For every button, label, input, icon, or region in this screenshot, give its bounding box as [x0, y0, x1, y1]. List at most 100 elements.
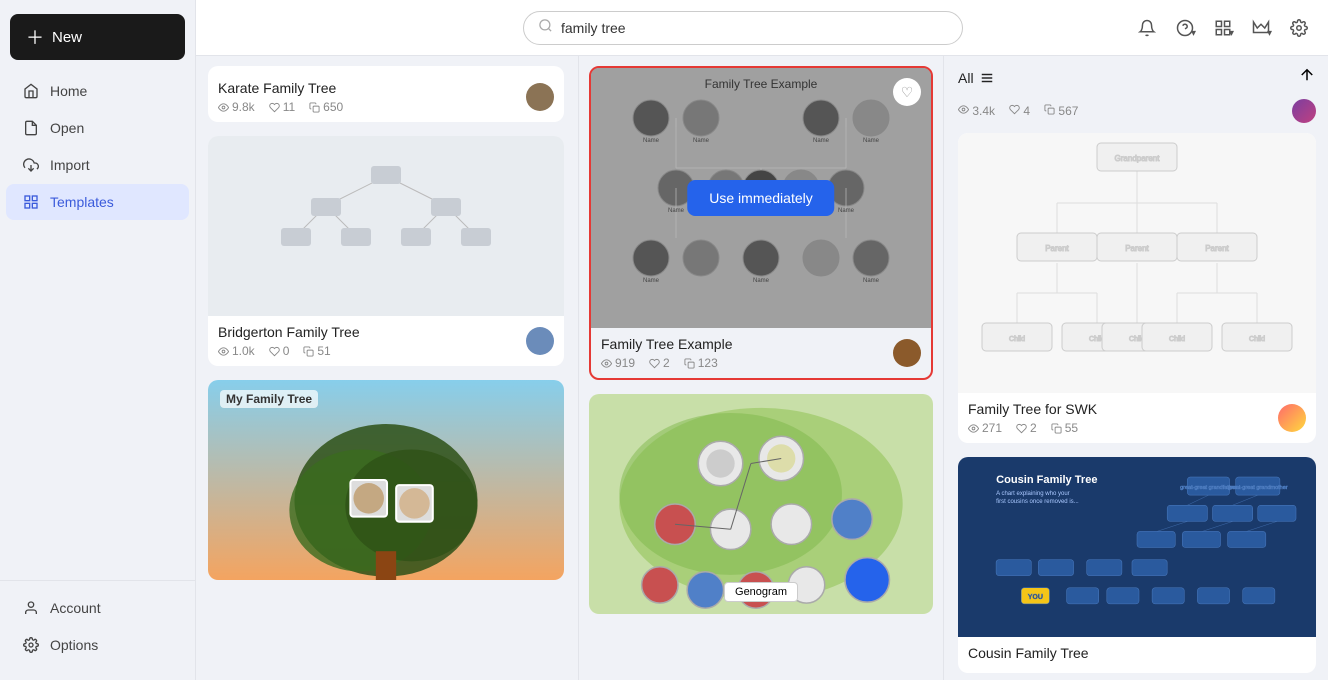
- filter-avatar: [1292, 99, 1316, 123]
- views-stat: 9.8k: [218, 100, 255, 114]
- svg-text:Grandparent: Grandparent: [1115, 154, 1161, 163]
- card-stats: 9.8k 11 650: [218, 100, 343, 114]
- card-preview: [208, 136, 564, 316]
- left-mid-separator: [578, 56, 579, 680]
- featured-card-title: Family Tree Example: [601, 336, 732, 352]
- content-area: Karate Family Tree 9.8k 11: [196, 56, 1328, 680]
- svg-text:Child: Child: [1169, 336, 1185, 343]
- bridgerton-family-tree-card[interactable]: Bridgerton Family Tree 1.0k 0 51: [208, 136, 564, 366]
- avatar: [526, 83, 554, 111]
- sidebar-item-templates[interactable]: Templates: [6, 184, 189, 220]
- sidebar-bottom: Account Options: [0, 580, 195, 672]
- likes-stat: 11: [269, 100, 295, 114]
- sidebar-nav: Home Open Import Templates: [0, 72, 195, 580]
- filter-stats: 3.4k 4 567: [958, 99, 1316, 123]
- svg-text:YOU: YOU: [1028, 594, 1043, 601]
- home-icon: [22, 82, 40, 100]
- templates-icon: [22, 193, 40, 211]
- featured-card-stats: 919 2 123: [601, 356, 732, 370]
- cousin-tree-diagram: Cousin Family Tree A chart explaining wh…: [970, 469, 1304, 625]
- sidebar-item-open[interactable]: Open: [6, 110, 189, 146]
- svg-text:A chart explaining who your: A chart explaining who your: [996, 491, 1070, 497]
- header: ▾ ▾ ▾: [196, 0, 1328, 56]
- genogram-diagram: [589, 394, 933, 614]
- sidebar-item-home-label: Home: [50, 83, 87, 99]
- right-column: All 3.4k 4 567: [946, 56, 1328, 680]
- featured-card-avatar: [893, 339, 921, 367]
- my-family-tree-preview: My Family Tree: [208, 380, 564, 580]
- svg-text:Parent: Parent: [1205, 244, 1229, 253]
- filter-all[interactable]: All: [958, 70, 994, 86]
- svg-text:Name: Name: [813, 138, 830, 144]
- svg-text:Child: Child: [1249, 336, 1265, 343]
- sidebar-item-account[interactable]: Account: [6, 590, 189, 626]
- cousin-family-tree-card[interactable]: Cousin Family Tree A chart explaining wh…: [958, 457, 1316, 673]
- sidebar: ＋ New Home Open Import Templates: [0, 0, 196, 680]
- my-family-tree-card[interactable]: My Family Tree: [208, 380, 564, 580]
- bridgerton-card-title: Bridgerton Family Tree: [218, 324, 360, 340]
- bridgerton-card-stats: 1.0k 0 51: [218, 344, 360, 358]
- svg-text:Name: Name: [643, 278, 660, 284]
- svg-text:Family Tree Example: Family Tree Example: [705, 77, 818, 91]
- plus-icon: ＋: [26, 24, 44, 50]
- sidebar-item-open-label: Open: [50, 120, 84, 136]
- crown-icon[interactable]: ▾: [1248, 15, 1274, 41]
- sidebar-item-options[interactable]: Options: [6, 627, 189, 663]
- karate-family-tree-card[interactable]: Karate Family Tree 9.8k 11: [208, 66, 564, 122]
- card-title: Karate Family Tree: [218, 80, 343, 96]
- header-icons: ▾ ▾ ▾: [1134, 15, 1312, 41]
- svg-text:Name: Name: [753, 278, 770, 284]
- tree-silhouette: [208, 380, 564, 580]
- use-immediately-button[interactable]: Use immediately: [687, 180, 834, 216]
- help-icon[interactable]: ▾: [1172, 15, 1198, 41]
- svg-text:Parent: Parent: [1045, 244, 1069, 253]
- family-tree-example-card[interactable]: Family Tree Example: [589, 66, 933, 380]
- sidebar-item-import[interactable]: Import: [6, 147, 189, 183]
- svg-text:Name: Name: [643, 138, 660, 144]
- scroll-top-icon[interactable]: [1298, 66, 1316, 84]
- file-icon: [22, 119, 40, 137]
- cousin-card-title: Cousin Family Tree: [968, 645, 1306, 661]
- bridgerton-avatar: [526, 327, 554, 355]
- new-button[interactable]: ＋ New: [10, 14, 185, 60]
- account-icon: [22, 599, 40, 617]
- svg-text:great-great grandmother: great-great grandmother: [1228, 485, 1288, 491]
- my-family-tree-label: My Family Tree: [220, 390, 318, 408]
- search-icon: [538, 18, 553, 38]
- sidebar-item-options-label: Options: [50, 637, 98, 653]
- swk-avatar: [1278, 404, 1306, 432]
- swk-card-preview: Grandparent Parent Parent Parent Child: [958, 133, 1316, 393]
- svg-text:Name: Name: [863, 278, 880, 284]
- genogram-card[interactable]: Genogram: [589, 394, 933, 614]
- svg-text:Parent: Parent: [1125, 244, 1149, 253]
- swk-tree-diagram: Grandparent Parent Parent Parent Child: [958, 133, 1316, 393]
- featured-card-preview: Family Tree Example: [591, 68, 931, 328]
- new-button-label: New: [52, 29, 82, 46]
- gear-icon: [22, 636, 40, 654]
- swk-card-stats: 271 2 55: [968, 421, 1097, 435]
- mid-right-separator: [943, 56, 944, 680]
- search-bar[interactable]: [523, 11, 963, 45]
- genogram-label: Genogram: [724, 582, 798, 602]
- svg-text:Child: Child: [1009, 336, 1025, 343]
- notification-icon[interactable]: [1134, 15, 1160, 41]
- sidebar-item-templates-label: Templates: [50, 194, 114, 210]
- svg-text:Name: Name: [838, 208, 855, 214]
- sidebar-item-import-label: Import: [50, 157, 90, 173]
- filter-bar: All: [958, 66, 1316, 89]
- cousin-card-preview: Cousin Family Tree A chart explaining wh…: [958, 457, 1316, 637]
- svg-text:first cousins once removed is.: first cousins once removed is...: [996, 499, 1079, 505]
- grid-icon[interactable]: ▾: [1210, 15, 1236, 41]
- main-content: ▾ ▾ ▾ Karate Family T: [196, 0, 1328, 680]
- svg-text:Name: Name: [693, 138, 710, 144]
- svg-text:Name: Name: [863, 138, 880, 144]
- settings-icon[interactable]: [1286, 15, 1312, 41]
- genogram-preview: Genogram: [589, 394, 933, 614]
- sidebar-item-home[interactable]: Home: [6, 73, 189, 109]
- search-input[interactable]: [561, 20, 948, 36]
- swk-card-title: Family Tree for SWK: [968, 401, 1097, 417]
- copies-stat: 650: [309, 100, 343, 114]
- swk-family-tree-card[interactable]: Grandparent Parent Parent Parent Child: [958, 133, 1316, 443]
- import-icon: [22, 156, 40, 174]
- heart-button[interactable]: ♡: [893, 78, 921, 106]
